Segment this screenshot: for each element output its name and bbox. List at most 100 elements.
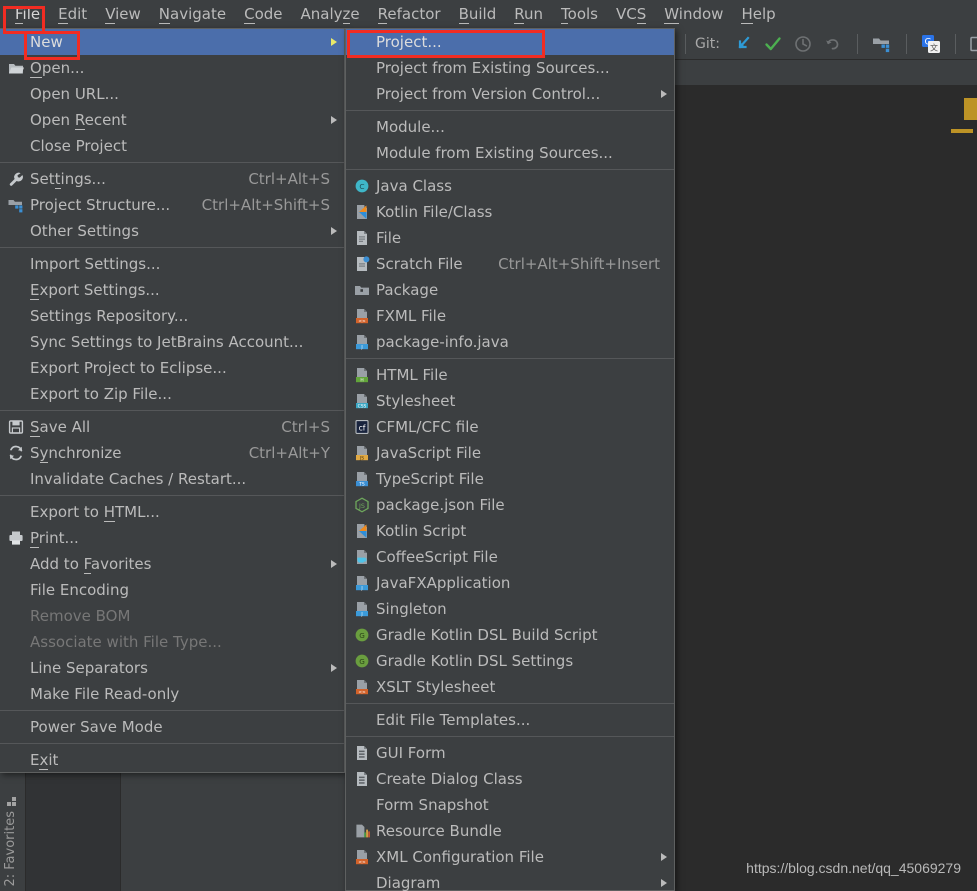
menu-item-module-from-existing-sources[interactable]: Module from Existing Sources... — [346, 140, 674, 166]
menu-item-java-class[interactable]: CJava Class — [346, 173, 674, 199]
menubar-item-tools[interactable]: Tools — [552, 2, 607, 27]
menu-item-fxml-file[interactable]: <>FXML File — [346, 303, 674, 329]
menubar-item-edit[interactable]: Edit — [49, 2, 96, 27]
menu-item-exit[interactable]: Exit — [0, 747, 344, 773]
java-file-icon: J — [348, 570, 376, 596]
menu-item-synchronize[interactable]: SynchronizeCtrl+Alt+Y — [0, 440, 344, 466]
menu-item-coffeescript-file[interactable]: CoffeeScript File — [346, 544, 674, 570]
menu-item-export-to-html[interactable]: Export to HTML... — [0, 499, 344, 525]
menu-item-kotlin-file-class[interactable]: Kotlin File/Class — [346, 199, 674, 225]
file-menu-popup: NewOpen...Open URL...Open RecentClose Pr… — [0, 28, 345, 773]
menu-item-open-url[interactable]: Open URL... — [0, 81, 344, 107]
svg-text:TS: TS — [358, 481, 365, 487]
svg-text:J: J — [360, 344, 362, 350]
menu-item-gui-form[interactable]: GUI Form — [346, 740, 674, 766]
menu-item-file[interactable]: File — [346, 225, 674, 251]
toolbar-separator — [857, 34, 858, 54]
menubar-item-refactor[interactable]: Refactor — [369, 2, 450, 27]
menu-item-singleton[interactable]: J Singleton — [346, 596, 674, 622]
menu-item-xslt-stylesheet[interactable]: <>XSLT Stylesheet — [346, 674, 674, 700]
menu-item-new[interactable]: New — [0, 29, 344, 55]
svg-text:J: J — [360, 611, 362, 617]
menu-item-label: Project... — [376, 33, 666, 52]
menu-item-label: Form Snapshot — [376, 796, 666, 815]
menubar-item-navigate[interactable]: Navigate — [150, 2, 235, 27]
menu-item-icon-slot — [2, 107, 30, 133]
menu-item-settings-repository[interactable]: Settings Repository... — [0, 303, 344, 329]
menu-item-form-snapshot[interactable]: Form Snapshot — [346, 792, 674, 818]
menubar-item-code[interactable]: Code — [235, 2, 291, 27]
menu-item-label: Singleton — [376, 600, 666, 619]
menu-item-package-info-java[interactable]: Jpackage-info.java — [346, 329, 674, 355]
menubar-item-vcs[interactable]: VCS — [607, 2, 655, 27]
menubar-item-file[interactable]: File — [6, 2, 49, 27]
menu-item-project-structure[interactable]: Project Structure...Ctrl+Alt+Shift+S — [0, 192, 344, 218]
menu-item-edit-file-templates[interactable]: Edit File Templates... — [346, 707, 674, 733]
menu-item-icon-slot — [348, 792, 376, 818]
menu-item-file-encoding[interactable]: File Encoding — [0, 577, 344, 603]
google-translate-icon[interactable]: G文 — [920, 33, 942, 55]
git-commit-icon[interactable] — [762, 33, 784, 55]
menubar-item-analyze[interactable]: Analyze — [292, 2, 369, 27]
menu-item-close-project[interactable]: Close Project — [0, 133, 344, 159]
menu-item-stylesheet[interactable]: CSSStylesheet — [346, 388, 674, 414]
error-stripe-marker[interactable] — [964, 98, 977, 120]
menubar-item-view[interactable]: View — [96, 2, 150, 27]
menu-item-kotlin-script[interactable]: Kotlin Script — [346, 518, 674, 544]
menubar-item-run[interactable]: Run — [505, 2, 552, 27]
menu-item-html-file[interactable]: HHTML File — [346, 362, 674, 388]
git-rollback-icon[interactable] — [822, 33, 844, 55]
submenu-arrow-icon — [661, 90, 667, 98]
git-history-icon[interactable] — [792, 33, 814, 55]
git-update-project-icon[interactable] — [732, 33, 754, 55]
menu-item-project-from-version-control[interactable]: Project from Version Control... — [346, 81, 674, 107]
menu-item-gradle-kotlin-dsl-settings[interactable]: GGradle Kotlin DSL Settings — [346, 648, 674, 674]
favorites-icon — [7, 793, 19, 805]
menu-item-power-save-mode[interactable]: Power Save Mode — [0, 714, 344, 740]
menubar-item-window[interactable]: Window — [655, 2, 732, 27]
menu-item-print[interactable]: Print... — [0, 525, 344, 551]
menu-item-package-json-file[interactable]: JSpackage.json File — [346, 492, 674, 518]
menu-item-import-settings[interactable]: Import Settings... — [0, 251, 344, 277]
menu-item-save-all[interactable]: Save AllCtrl+S — [0, 414, 344, 440]
menu-item-export-project-to-eclipse[interactable]: Export Project to Eclipse... — [0, 355, 344, 381]
menu-item-open-recent[interactable]: Open Recent — [0, 107, 344, 133]
menu-item-label: GUI Form — [376, 744, 666, 763]
menu-item-project[interactable]: Project... — [346, 29, 674, 55]
menu-item-icon-slot — [2, 133, 30, 159]
run-console-icon[interactable] — [969, 33, 977, 55]
git-label: Git: — [695, 36, 720, 52]
menu-item-create-dialog-class[interactable]: Create Dialog Class — [346, 766, 674, 792]
menu-item-add-to-favorites[interactable]: Add to Favorites — [0, 551, 344, 577]
menu-bar-items: FileEditViewNavigateCodeAnalyzeRefactorB… — [0, 0, 977, 28]
menu-item-resource-bundle[interactable]: Resource Bundle — [346, 818, 674, 844]
menu-item-gradle-kotlin-dsl-build-script[interactable]: GGradle Kotlin DSL Build Script — [346, 622, 674, 648]
menu-item-diagram[interactable]: Diagram — [346, 870, 674, 891]
menu-item-javascript-file[interactable]: JSJavaScript File — [346, 440, 674, 466]
menu-item-label: Remove BOM — [30, 607, 336, 626]
menu-item-module[interactable]: Module... — [346, 114, 674, 140]
menu-item-settings[interactable]: Settings...Ctrl+Alt+S — [0, 166, 344, 192]
menu-item-javafxapplication[interactable]: JJavaFXApplication — [346, 570, 674, 596]
menu-item-package[interactable]: Package — [346, 277, 674, 303]
menu-item-export-to-zip-file[interactable]: Export to Zip File... — [0, 381, 344, 407]
favorites-tool-window-stripe[interactable]: 2: Favorites — [0, 766, 26, 891]
menu-item-export-settings[interactable]: Export Settings... — [0, 277, 344, 303]
menu-item-scratch-file[interactable]: Scratch FileCtrl+Alt+Shift+Insert — [346, 251, 674, 277]
error-stripe-marker[interactable] — [951, 129, 973, 133]
menu-item-open[interactable]: Open... — [0, 55, 344, 81]
menu-item-line-separators[interactable]: Line Separators — [0, 655, 344, 681]
menu-item-project-from-existing-sources[interactable]: Project from Existing Sources... — [346, 55, 674, 81]
menubar-item-help[interactable]: Help — [732, 2, 784, 27]
menu-item-typescript-file[interactable]: TSTypeScript File — [346, 466, 674, 492]
menu-item-cfml-cfc-file[interactable]: cfCFML/CFC file — [346, 414, 674, 440]
menu-item-make-file-read-only[interactable]: Make File Read-only — [0, 681, 344, 707]
project-structure-icon[interactable] — [871, 33, 893, 55]
menu-item-sync-settings-to-jetbrains-account[interactable]: Sync Settings to JetBrains Account... — [0, 329, 344, 355]
package-icon — [348, 277, 376, 303]
menubar-item-build[interactable]: Build — [450, 2, 506, 27]
menu-item-invalidate-caches-restart[interactable]: Invalidate Caches / Restart... — [0, 466, 344, 492]
menu-item-xml-configuration-file[interactable]: <>XML Configuration File — [346, 844, 674, 870]
menu-item-label: CoffeeScript File — [376, 548, 666, 567]
menu-item-other-settings[interactable]: Other Settings — [0, 218, 344, 244]
